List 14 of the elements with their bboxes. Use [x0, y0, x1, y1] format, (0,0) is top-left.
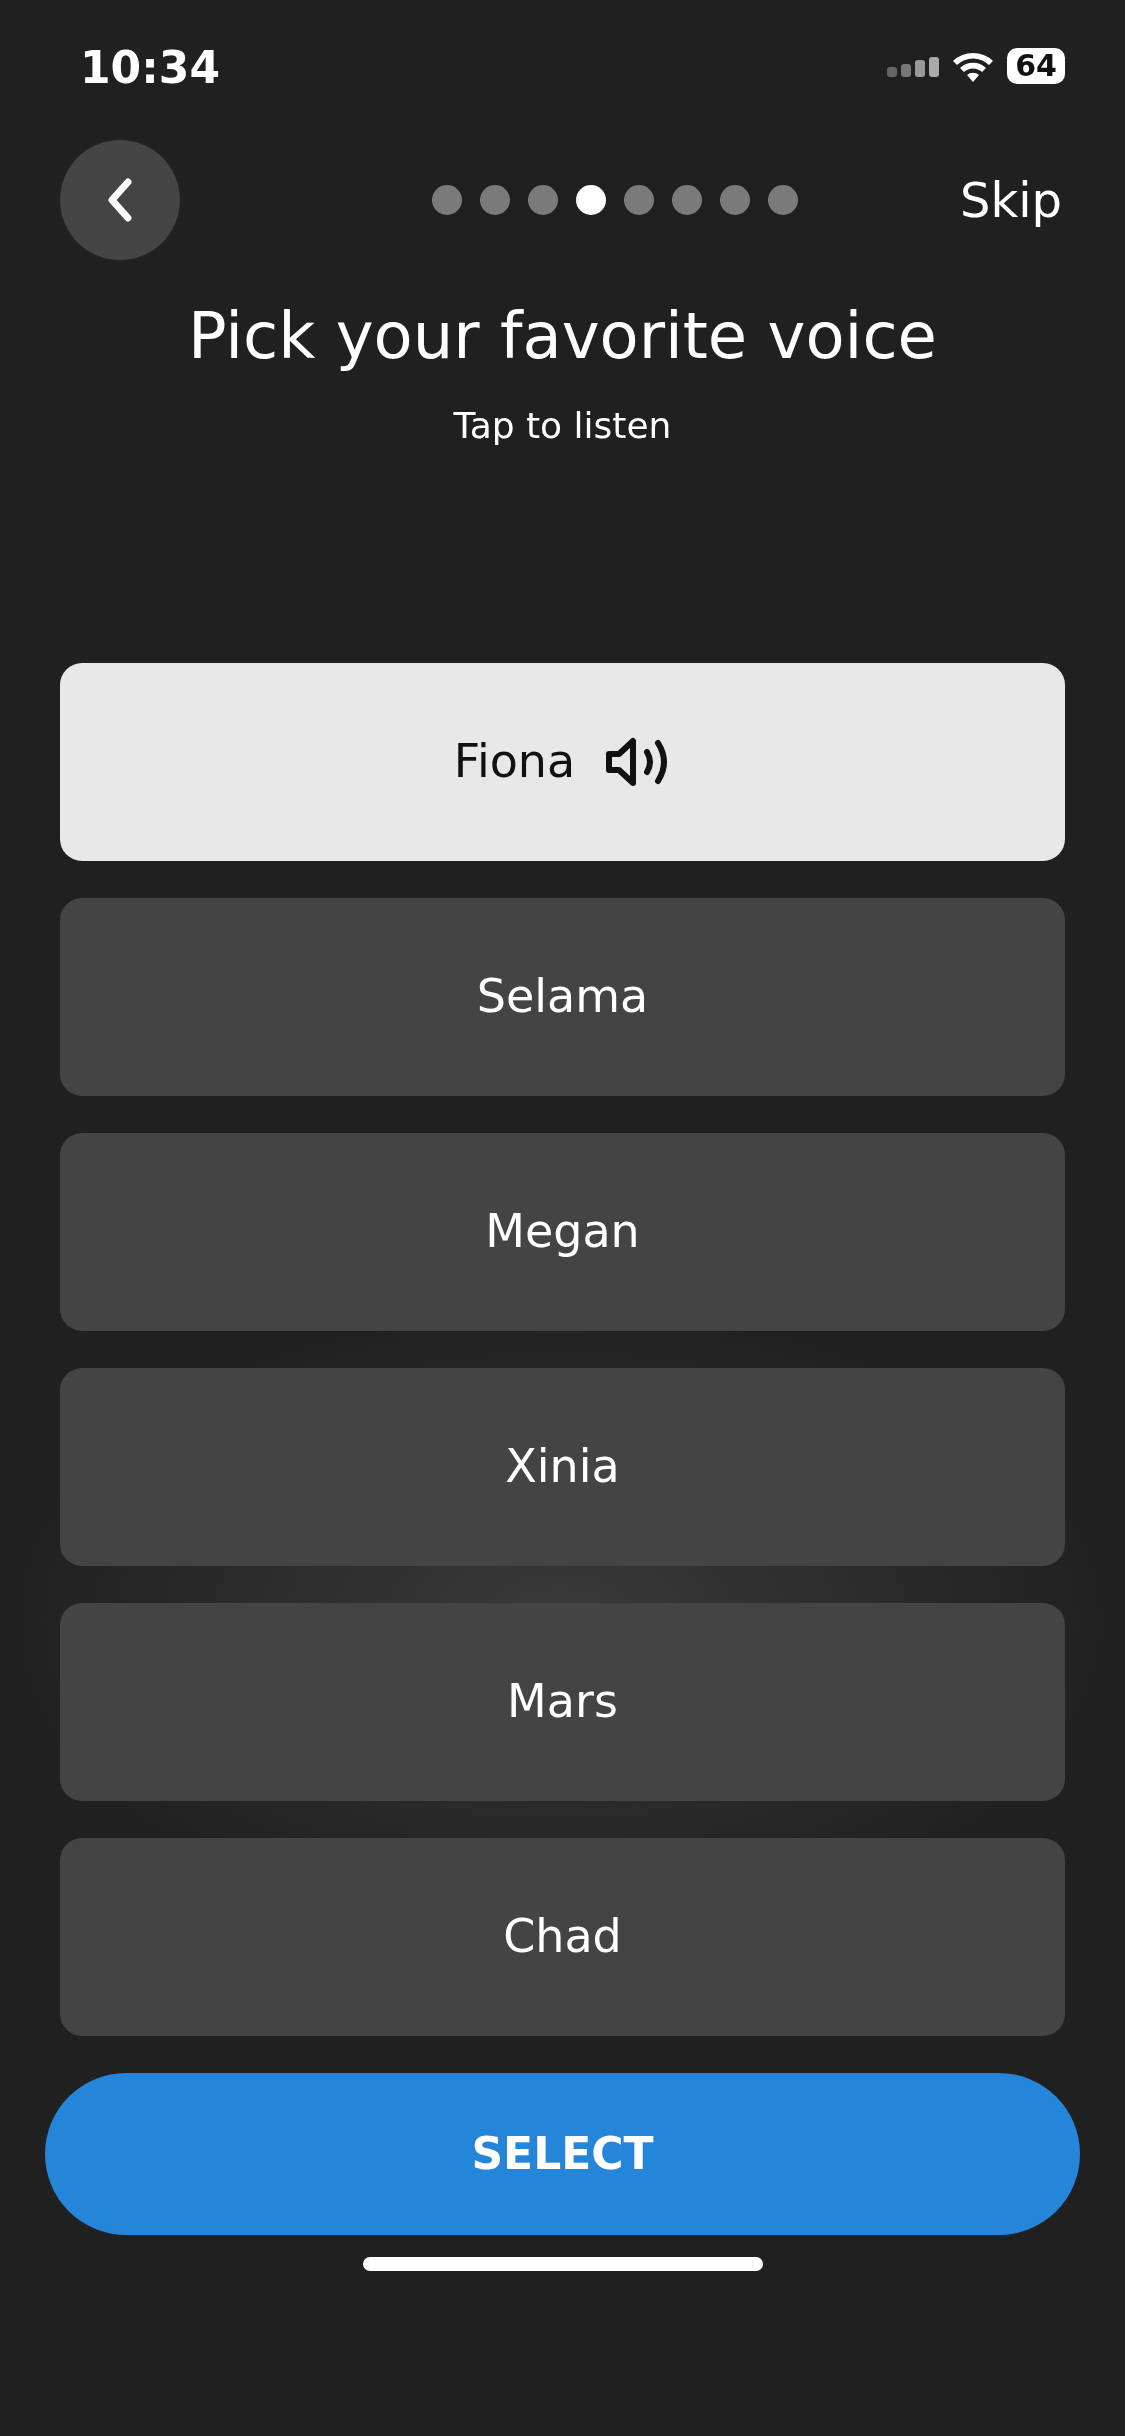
- status-time: 10:34: [80, 42, 221, 94]
- chevron-left-icon: [106, 178, 134, 222]
- signal-icon: [887, 55, 940, 77]
- battery-level: 64: [1007, 48, 1065, 84]
- voice-option[interactable]: Fiona: [60, 662, 1065, 861]
- subtitle: Tap to listen: [452, 403, 673, 448]
- voice-option[interactable]: Xinia: [60, 1367, 1065, 1566]
- voice-option[interactable]: Selama: [60, 897, 1065, 1096]
- voice-option[interactable]: Megan: [60, 1132, 1065, 1331]
- skip-link[interactable]: Skip: [959, 164, 1062, 236]
- page-title: Pick your favorite voice: [187, 298, 938, 375]
- voice-option[interactable]: Mars: [60, 1602, 1065, 1801]
- select-button[interactable]: SELECT: [45, 2072, 1080, 2235]
- voice-option[interactable]: Chad: [60, 1837, 1065, 2036]
